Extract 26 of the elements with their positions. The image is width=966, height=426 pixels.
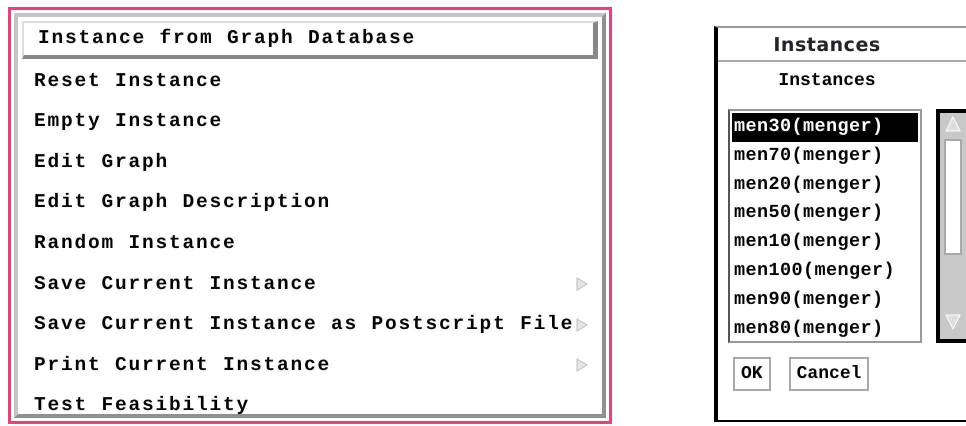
menu-item[interactable]: Instance from Graph Database	[22, 21, 598, 59]
list-item[interactable]: men30(menger)	[732, 113, 918, 142]
menu-item[interactable]: Reset Instance	[22, 61, 598, 102]
menu-item[interactable]: Edit Graph Description	[22, 182, 598, 224]
list-item[interactable]: men50(menger)	[730, 199, 920, 228]
scroll-up-icon[interactable]	[944, 115, 962, 133]
list-item[interactable]: men100(menger)	[730, 256, 920, 286]
menu-item[interactable]: Save Current Instance as Postscript File	[22, 304, 598, 346]
menu-item[interactable]: Empty Instance	[22, 102, 598, 142]
list-item[interactable]: men80(menger)	[730, 314, 920, 341]
menu-item[interactable]: Edit Graph	[22, 142, 598, 183]
scrollbar[interactable]	[936, 109, 966, 343]
cancel-button[interactable]: Cancel	[788, 357, 870, 391]
ok-button[interactable]: OK	[733, 357, 771, 391]
list-item[interactable]: men70(menger)	[730, 142, 920, 171]
list-item[interactable]: men10(menger)	[730, 228, 920, 257]
scroll-thumb[interactable]	[944, 139, 962, 255]
window-title: Instances	[718, 28, 966, 62]
menu-item[interactable]: Test Feasibility	[22, 386, 598, 426]
scroll-down-icon[interactable]	[944, 313, 962, 331]
menu-item[interactable]: Print Current Instance	[22, 345, 598, 386]
menu-item[interactable]: Save Current Instance	[22, 264, 598, 305]
list-item[interactable]: men90(menger)	[730, 286, 920, 315]
list-item[interactable]: men20(menger)	[730, 170, 920, 200]
list-label: Instances	[777, 70, 877, 93]
menu-item[interactable]: Random Instance	[22, 223, 598, 264]
